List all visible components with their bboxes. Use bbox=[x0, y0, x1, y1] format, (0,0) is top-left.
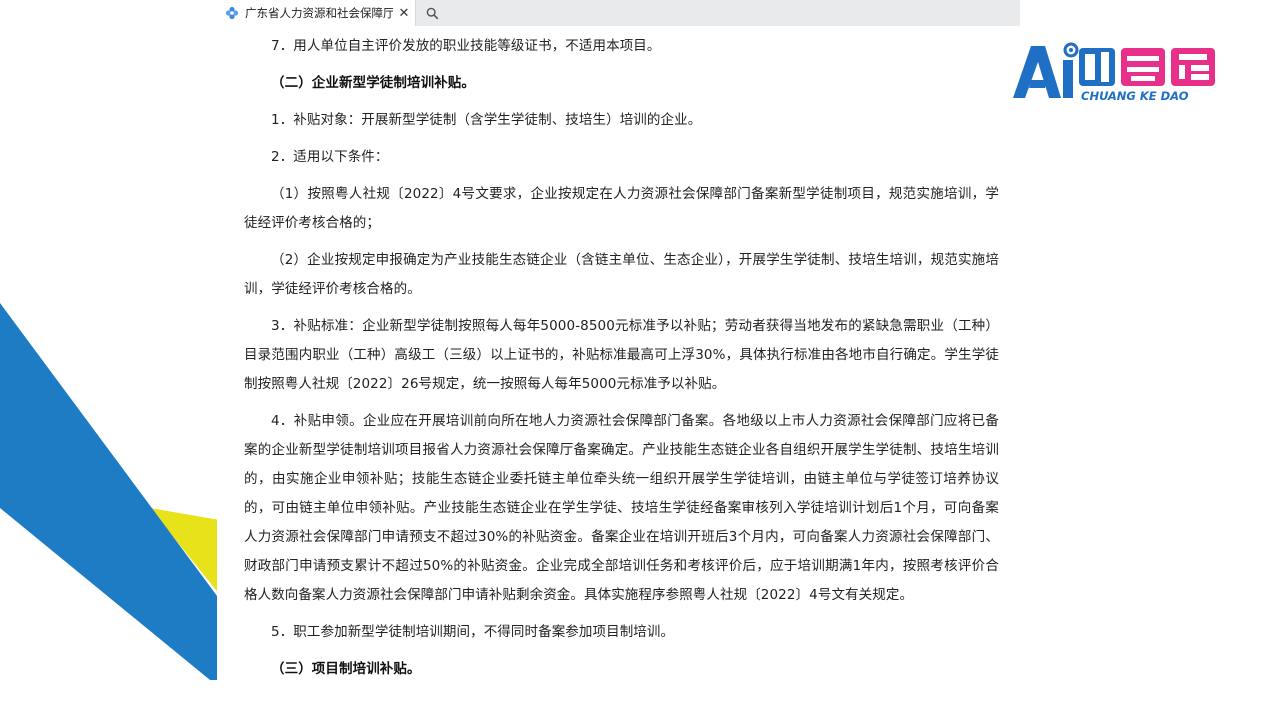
paragraph-condition-2: （2）企业按规定申报确定为产业技能生态链企业（含链主单位、生态企业），开展学生学… bbox=[244, 252, 999, 297]
paragraph-subsidy-standard: 3．补贴标准：企业新型学徒制按照每人每年5000-8500元标准予以补贴；劳动者… bbox=[244, 318, 999, 392]
logo-subtitle: CHUANG KE DAO bbox=[1081, 89, 1189, 102]
paragraph-subsidy-target: 1．补贴对象：开展新型学徒制（含学生学徒制、技培生）培训的企业。 bbox=[271, 112, 702, 128]
browser-tab[interactable]: 广东省人力资源和社会保障厅 ✕ bbox=[217, 0, 416, 26]
section-heading-apprentice: （二）企业新型学徒制培训补贴。 bbox=[271, 75, 475, 91]
paragraph-subsidy-claim: 4．补贴申领。企业应在开展培训前向所在地人力资源社会保障部门备案。各地级以上市人… bbox=[244, 413, 999, 603]
flower-icon bbox=[224, 5, 240, 21]
decorative-stripes bbox=[0, 303, 220, 680]
tab-title: 广东省人力资源和社会保障厅 bbox=[245, 6, 393, 20]
chuangkedao-logo: CHUANG KE DAO bbox=[1013, 42, 1215, 102]
paragraph-item-5: 5．职工参加新型学徒制培训期间，不得同时备案参加项目制培训。 bbox=[271, 624, 675, 640]
logo-letter-a bbox=[1013, 46, 1061, 98]
document-body: 7．用人单位自主评价发放的职业技能等级证书，不适用本项目。 （二）企业新型学徒制… bbox=[244, 26, 999, 684]
document-page: 7．用人单位自主评价发放的职业技能等级证书，不适用本项目。 （二）企业新型学徒制… bbox=[217, 26, 1020, 719]
paragraph-item-7: 7．用人单位自主评价发放的职业技能等级证书，不适用本项目。 bbox=[271, 38, 661, 54]
browser-tab-bar: 广东省人力资源和社会保障厅 ✕ bbox=[217, 0, 1020, 26]
logo-letter-i bbox=[1063, 60, 1073, 98]
close-icon[interactable]: ✕ bbox=[397, 6, 411, 21]
paragraph-conditions: 2．适用以下条件： bbox=[271, 149, 389, 165]
section-heading-project: （三）项目制培训补贴。 bbox=[271, 661, 421, 677]
blue-stripe bbox=[0, 303, 220, 680]
search-icon[interactable] bbox=[423, 4, 441, 22]
paragraph-condition-1: （1）按照粤人社规〔2022〕4号文要求，企业按规定在人力资源社会保障部门备案新… bbox=[244, 186, 999, 231]
logo-chinese-mark bbox=[1079, 48, 1215, 86]
